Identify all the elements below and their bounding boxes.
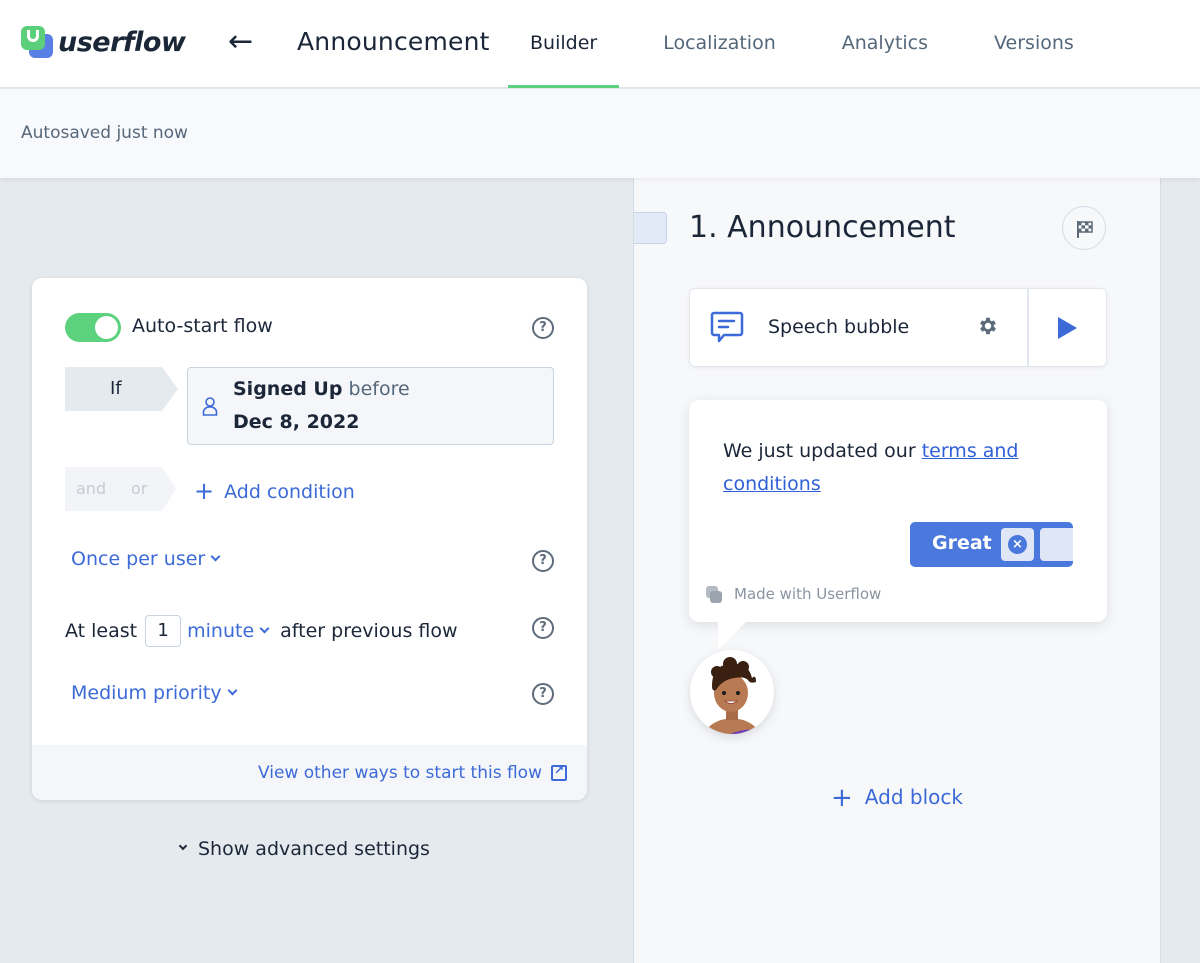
help-icon[interactable]: ?: [532, 617, 554, 639]
chevron-down-icon: [178, 841, 188, 851]
spacing-suffix: after previous flow: [280, 620, 458, 642]
made-with-label: Made with Userflow: [734, 585, 882, 603]
chevron-down-icon: [227, 685, 238, 696]
view-other-ways-link[interactable]: View other ways to start this flow: [258, 763, 567, 783]
tab-builder[interactable]: Builder: [508, 0, 620, 88]
gear-icon[interactable]: [977, 315, 999, 337]
step-title[interactable]: 1. Announcement: [689, 210, 956, 245]
arrow-left-icon[interactable]: ←: [228, 24, 253, 60]
great-button-label: Great: [932, 532, 992, 554]
and-option[interactable]: and: [76, 467, 106, 511]
divider: [1027, 289, 1029, 366]
if-label: If: [110, 378, 122, 399]
step-canvas: 1. Announcement Speech bubble We just up…: [633, 178, 1161, 963]
add-condition-button[interactable]: + Add condition: [194, 476, 355, 505]
checkered-flag-icon: [1077, 221, 1093, 238]
speech-bubble-icon: [710, 311, 744, 343]
userflow-logo[interactable]: userflow: [20, 24, 186, 60]
condition-signed-up[interactable]: Signed Up before Dec 8, 2022: [187, 367, 554, 445]
autosave-status: Autosaved just now: [21, 123, 188, 143]
block-label: Speech bubble: [768, 316, 910, 338]
logo-text: userflow: [58, 26, 186, 58]
right-gutter: [1161, 178, 1200, 963]
condition-operator: before: [348, 378, 410, 400]
if-chip: If: [65, 367, 178, 411]
card-footer: View other ways to start this flow: [32, 745, 587, 800]
remove-button-action[interactable]: ×: [1001, 528, 1034, 561]
condition-attribute: Signed Up: [233, 378, 343, 400]
flow-spacing-row: At least 1 minute after previous flow: [65, 615, 458, 647]
start-settings-pane: Auto-start flow ? If Signed Up before De…: [0, 178, 633, 963]
plus-icon: +: [194, 477, 215, 505]
frequency-dropdown[interactable]: Once per user: [71, 548, 221, 570]
avatar-illustration: [690, 650, 774, 734]
help-icon[interactable]: ?: [532, 317, 554, 339]
tab-bar: Builder Localization Analytics Versions: [508, 0, 1118, 88]
userflow-logo-icon: [20, 24, 54, 60]
flow-title: Announcement: [297, 27, 490, 56]
goal-flag-button[interactable]: [1062, 206, 1106, 250]
spacing-unit-label: minute: [187, 620, 255, 642]
external-link-icon: [551, 763, 567, 781]
spacing-unit-dropdown[interactable]: minute: [187, 620, 270, 642]
frequency-label: Once per user: [71, 548, 206, 570]
or-option[interactable]: or: [131, 467, 147, 511]
plus-icon: +: [831, 783, 853, 813]
chevron-down-icon: [210, 551, 221, 562]
and-or-chip: and or: [65, 467, 176, 511]
priority-dropdown[interactable]: Medium priority: [71, 682, 238, 704]
made-with-userflow: Made with Userflow: [706, 585, 881, 603]
priority-label: Medium priority: [71, 682, 222, 704]
great-button[interactable]: Great ×: [910, 522, 1073, 567]
speech-bubble-block[interactable]: Speech bubble: [689, 288, 1107, 367]
add-block-button[interactable]: + Add block: [831, 781, 963, 813]
add-block-label: Add block: [864, 785, 963, 809]
tab-analytics[interactable]: Analytics: [820, 0, 950, 88]
help-icon[interactable]: ?: [532, 550, 554, 572]
speech-bubble-tail: [718, 622, 746, 650]
preview-message: We just updated our terms and conditions: [723, 435, 1063, 501]
start-settings-card: Auto-start flow ? If Signed Up before De…: [32, 278, 587, 800]
avatar: [690, 650, 774, 734]
add-button-action[interactable]: [1040, 528, 1073, 561]
top-navigation-bar: userflow ← Announcement Builder Localiza…: [0, 0, 1200, 88]
status-bar: Autosaved just now: [0, 89, 1200, 178]
help-icon[interactable]: ?: [532, 683, 554, 705]
user-icon: [202, 397, 218, 416]
condition-summary: Signed Up before: [233, 378, 410, 400]
close-circle-icon: ×: [1008, 535, 1027, 554]
view-other-ways-label: View other ways to start this flow: [258, 763, 542, 783]
tab-localization[interactable]: Localization: [641, 0, 798, 88]
spacing-prefix: At least: [65, 620, 138, 642]
condition-value: Dec 8, 2022: [233, 411, 360, 433]
auto-start-label: Auto-start flow: [132, 315, 273, 337]
tab-versions[interactable]: Versions: [972, 0, 1096, 88]
chevron-down-icon: [259, 623, 270, 634]
auto-start-toggle[interactable]: [65, 313, 121, 342]
speech-bubble-preview: We just updated our terms and conditions…: [689, 400, 1107, 622]
show-advanced-settings-button[interactable]: Show advanced settings: [178, 838, 430, 860]
add-condition-label: Add condition: [224, 481, 355, 503]
play-icon[interactable]: [1058, 317, 1077, 339]
userflow-mini-logo-icon: [706, 585, 723, 603]
step-connector-handle[interactable]: [634, 212, 667, 244]
message-text: We just updated our: [723, 440, 922, 462]
spacing-value-input[interactable]: 1: [145, 615, 182, 647]
show-advanced-label: Show advanced settings: [198, 838, 430, 860]
